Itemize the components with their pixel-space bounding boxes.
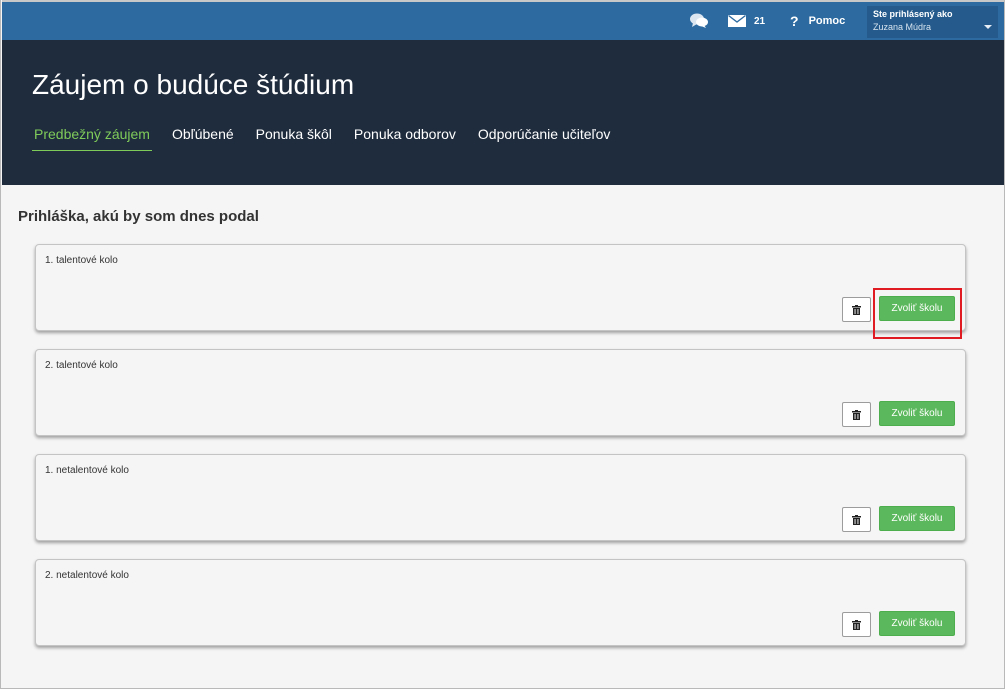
choose-school-button[interactable]: Zvoliť školu: [879, 611, 955, 636]
help-label: Pomoc: [808, 15, 846, 27]
application-card: 2. netalentové kolo Zvoliť školu: [35, 559, 966, 646]
app-frame: 21 ? Pomoc Ste prihlásený ako Zuzana Múd…: [0, 0, 1005, 689]
card-title: 2. netalentové kolo: [45, 570, 129, 581]
user-name: Zuzana Múdra: [873, 22, 932, 32]
application-card: 2. talentové kolo Zvoliť školu: [35, 349, 966, 436]
delete-button[interactable]: [842, 612, 871, 637]
tab-oblubene[interactable]: Obľúbené: [170, 126, 236, 151]
chat-icon[interactable]: [689, 2, 709, 40]
choose-school-button[interactable]: Zvoliť školu: [879, 296, 955, 321]
choose-school-button[interactable]: Zvoliť školu: [879, 506, 955, 531]
help-button[interactable]: ? Pomoc: [790, 2, 845, 40]
chevron-down-icon: [984, 25, 992, 29]
card-title: 1. talentové kolo: [45, 255, 118, 266]
top-bar: 21 ? Pomoc Ste prihlásený ako Zuzana Múd…: [2, 0, 1004, 40]
application-card: 1. netalentové kolo Zvoliť školu: [35, 454, 966, 541]
message-count: 21: [754, 15, 766, 27]
trash-icon: [852, 409, 861, 420]
trash-icon: [852, 619, 861, 630]
user-menu[interactable]: Ste prihlásený ako Zuzana Múdra: [867, 6, 998, 38]
delete-button[interactable]: [842, 402, 871, 427]
tab-odporucanie-ucitelov[interactable]: Odporúčanie učiteľov: [476, 126, 613, 151]
delete-button[interactable]: [842, 297, 871, 322]
trash-icon: [852, 514, 861, 525]
help-icon: ?: [790, 13, 799, 29]
choose-school-button[interactable]: Zvoliť školu: [879, 401, 955, 426]
mail-icon: [728, 15, 746, 27]
page-title: Záujem o budúce štúdium: [32, 69, 355, 100]
trash-icon: [852, 304, 861, 315]
card-title: 1. netalentové kolo: [45, 465, 129, 476]
application-card: 1. talentové kolo Zvoliť školu: [35, 244, 966, 331]
tab-ponuka-odborov[interactable]: Ponuka odborov: [352, 126, 458, 151]
section-title: Prihláška, akú by som dnes podal: [18, 208, 259, 225]
tab-ponuka-skol[interactable]: Ponuka škôl: [254, 126, 334, 151]
messages-button[interactable]: 21: [728, 2, 765, 40]
page-header: Záujem o budúce štúdium Predbežný záujem…: [2, 40, 1004, 185]
delete-button[interactable]: [842, 507, 871, 532]
tab-predbezny-zaujem[interactable]: Predbežný záujem: [32, 126, 152, 151]
tab-bar: Predbežný záujem Obľúbené Ponuka škôl Po…: [32, 126, 630, 151]
card-title: 2. talentové kolo: [45, 360, 118, 371]
logged-in-label: Ste prihlásený ako: [873, 9, 953, 19]
